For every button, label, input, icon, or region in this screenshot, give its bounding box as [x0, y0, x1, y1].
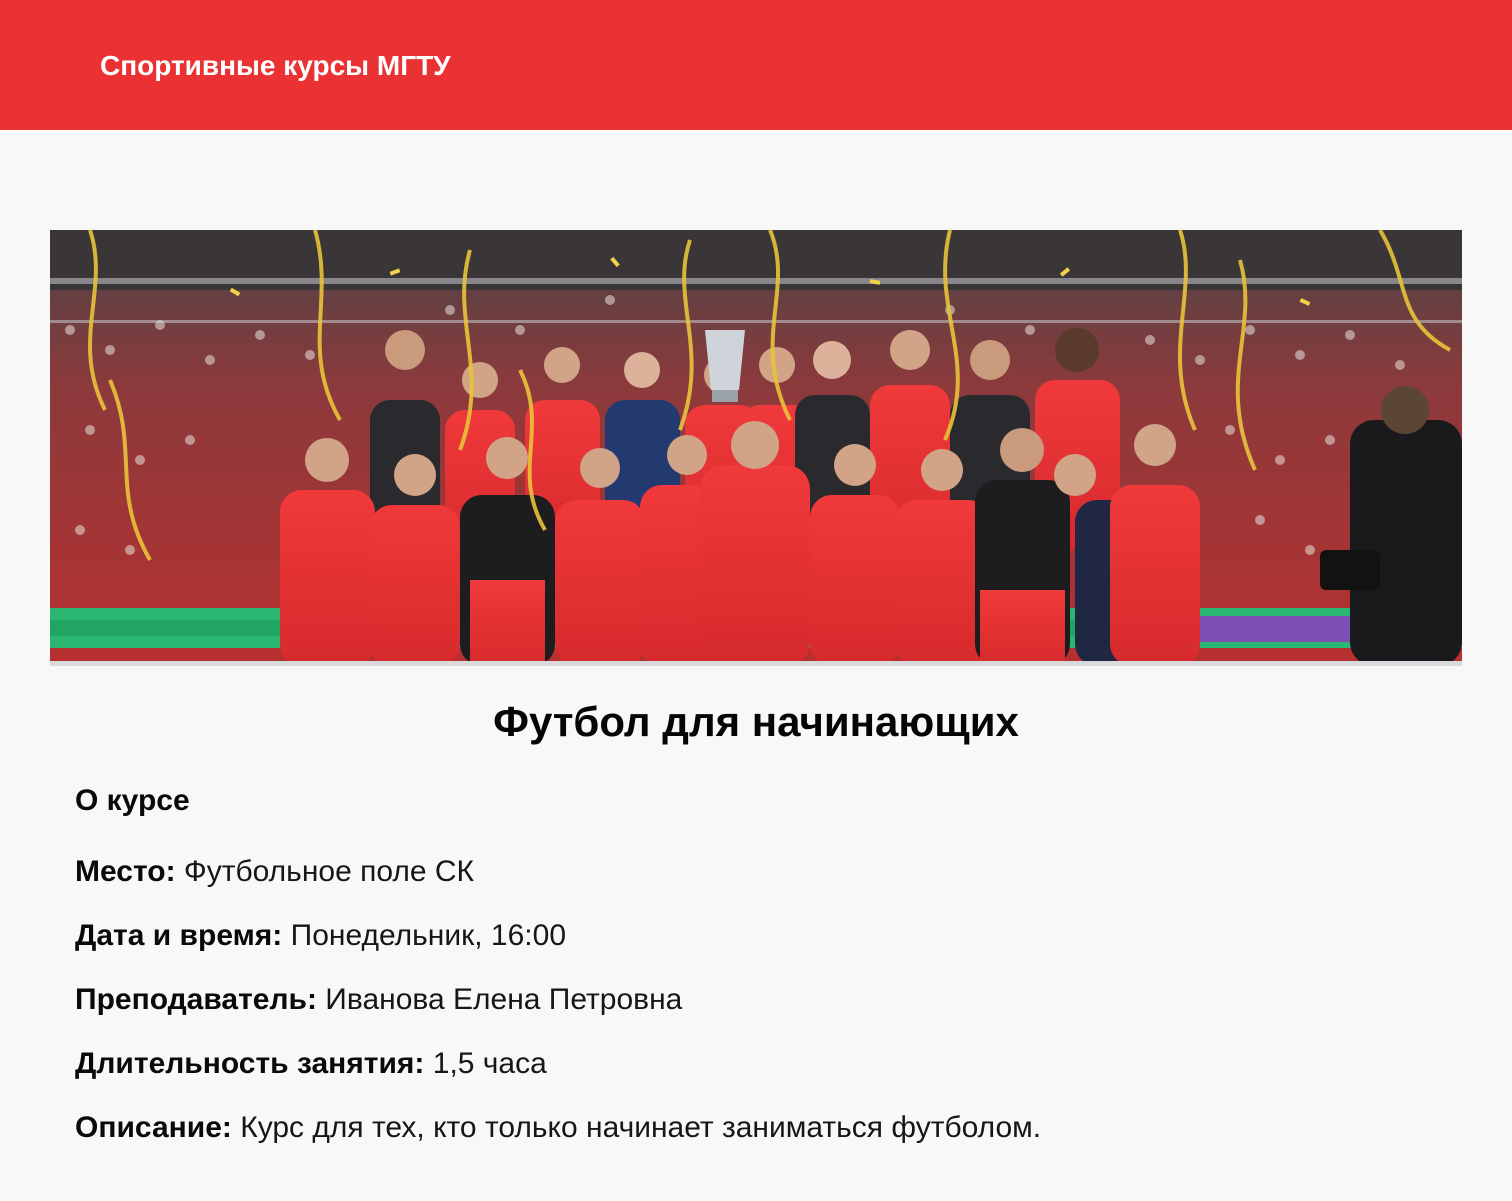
course-description: Описание: Курс для тех, кто только начин… [75, 1108, 1041, 1148]
course-description-value: Курс для тех, кто только начинает занима… [240, 1111, 1042, 1144]
course-instructor: Преподаватель: Иванова Елена Петровна [75, 980, 682, 1020]
site-header: Спортивные курсы МГТУ [0, 0, 1512, 130]
about-section-title: О курсе [75, 784, 190, 817]
course-instructor-label: Преподаватель: [75, 983, 317, 1016]
course-location: Место: Футбольное поле СК [75, 852, 474, 892]
course-title: Футбол для начинающих [493, 698, 1019, 745]
course-instructor-value: Иванова Елена Петровна [325, 983, 683, 1016]
course-hero-image [50, 230, 1462, 666]
course-duration: Длительность занятия: 1,5 часа [75, 1044, 547, 1084]
course-description-label: Описание: [75, 1111, 232, 1144]
hero-bottom-border [50, 661, 1462, 666]
course-location-value: Футбольное поле СК [183, 855, 475, 888]
course-duration-value: 1,5 часа [432, 1047, 547, 1080]
course-datetime-label: Дата и время: [75, 919, 283, 952]
site-brand-link[interactable]: Спортивные курсы МГТУ [100, 46, 451, 86]
course-datetime-value: Понедельник, 16:00 [290, 919, 567, 952]
course-duration-label: Длительность занятия: [75, 1047, 425, 1080]
course-datetime: Дата и время: Понедельник, 16:00 [75, 916, 566, 956]
course-location-label: Место: [75, 855, 176, 888]
team-photo-illustration [50, 230, 1462, 666]
